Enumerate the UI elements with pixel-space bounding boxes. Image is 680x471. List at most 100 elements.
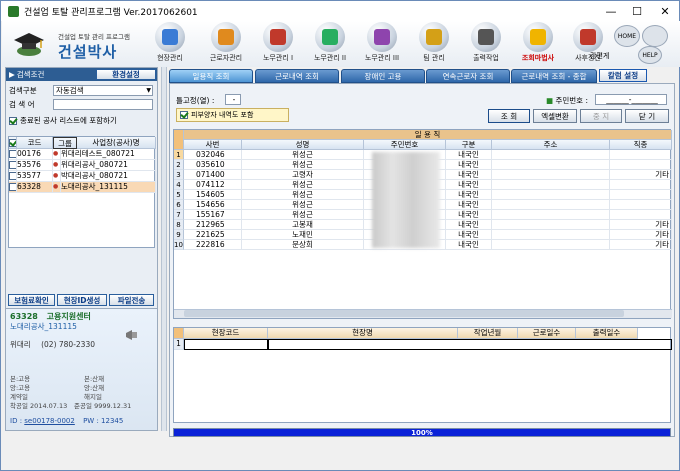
col-header-2[interactable]: 주민번호 (364, 140, 446, 150)
sub-active-cell[interactable] (184, 339, 268, 350)
worker-name[interactable]: 고봉재 (242, 220, 364, 230)
address-cell[interactable] (492, 180, 610, 190)
sub-col-header-2[interactable]: 작업년월 (458, 328, 518, 339)
worker-type[interactable]: 내국인 (446, 190, 492, 200)
home-button[interactable]: HOME (614, 25, 640, 47)
close-window-button[interactable]: ✕ (651, 1, 679, 21)
help-button[interactable]: HELP (638, 46, 662, 64)
tab-2[interactable]: 장애인 고용 (341, 69, 425, 83)
site-checkbox[interactable] (9, 171, 17, 182)
close-button[interactable]: 닫 기 (625, 109, 669, 123)
sub-col-header-4[interactable]: 출력일수 (576, 328, 638, 339)
site-checkbox[interactable] (9, 149, 17, 160)
nav-item-4[interactable]: 노무관리 III (354, 22, 410, 66)
address-cell[interactable] (492, 220, 610, 230)
nav-item-6[interactable]: 출력작업 (458, 22, 514, 66)
sub-row-cells[interactable] (268, 339, 672, 350)
site-name[interactable]: 박대리공사_080721 (61, 171, 156, 182)
nav-item-2[interactable]: 노무관리 I (250, 22, 306, 66)
select-all-checkbox[interactable] (9, 137, 17, 149)
nav-item-3[interactable]: 노무관리 II (302, 22, 358, 66)
insurance-check-button[interactable]: 보험료확인 (8, 294, 55, 306)
resident-number-input[interactable]: ______-_______ (595, 94, 667, 105)
job-type[interactable]: 기타 (610, 170, 672, 180)
worker-name[interactable]: 위성근 (242, 150, 364, 160)
address-cell[interactable] (492, 150, 610, 160)
employee-id[interactable]: 212965 (184, 220, 242, 230)
address-cell[interactable] (492, 240, 610, 250)
job-type[interactable] (610, 190, 672, 200)
col-header-4[interactable]: 주소 (492, 140, 610, 150)
col-header-5[interactable]: 직종 (610, 140, 672, 150)
employee-id[interactable]: 222816 (184, 240, 242, 250)
nav-item-5[interactable]: 팀 관리 (406, 22, 462, 66)
site-checkbox[interactable] (9, 160, 17, 171)
column-settings-button[interactable]: 칼럼 설정 (599, 69, 647, 82)
employee-id[interactable]: 035610 (184, 160, 242, 170)
worker-type[interactable]: 내국인 (446, 170, 492, 180)
job-type[interactable]: 기타 (610, 220, 672, 230)
nav-item-0[interactable]: 현장관리 (142, 22, 198, 66)
settings-icon[interactable] (642, 25, 668, 47)
worker-type[interactable]: 내국인 (446, 160, 492, 170)
worker-name[interactable]: 위성근 (242, 210, 364, 220)
site-checkbox[interactable] (9, 182, 17, 193)
worker-name[interactable]: 위성근 (242, 190, 364, 200)
employee-id[interactable]: 154656 (184, 200, 242, 210)
employee-id[interactable]: 032046 (184, 150, 242, 160)
col-header-1[interactable]: 성명 (242, 140, 364, 150)
address-cell[interactable] (492, 200, 610, 210)
job-type[interactable]: 기타 (610, 230, 672, 240)
maximize-button[interactable]: ☐ (623, 1, 651, 21)
col-site-name[interactable]: 사업장(공사)명 (77, 137, 156, 149)
worker-type[interactable]: 내국인 (446, 200, 492, 210)
site-name[interactable]: 위대리테스트_080721 (61, 149, 156, 160)
fixed-cols-input[interactable]: - (225, 94, 241, 105)
address-cell[interactable] (492, 230, 610, 240)
col-header-0[interactable]: 사번 (184, 140, 242, 150)
worker-type[interactable]: 내국인 (446, 150, 492, 160)
worker-name[interactable]: 고령자 (242, 170, 364, 180)
address-cell[interactable] (492, 170, 610, 180)
worker-name[interactable]: 위성근 (242, 180, 364, 190)
site-id-create-button[interactable]: 현장ID생성 (57, 294, 107, 306)
include-dependents-box[interactable]: 피부양자 내역도 포함 (176, 108, 289, 122)
worker-type[interactable]: 내국인 (446, 180, 492, 190)
address-cell[interactable] (492, 190, 610, 200)
worker-type[interactable]: 내국인 (446, 220, 492, 230)
sub-col-header-0[interactable]: 현장코드 (184, 328, 268, 339)
search-button[interactable]: 조 회 (488, 109, 530, 123)
employee-id[interactable]: 155167 (184, 210, 242, 220)
site-name[interactable]: 노대리공사_131115 (61, 182, 156, 193)
minimize-button[interactable]: — (597, 1, 625, 21)
worker-name[interactable]: 위성근 (242, 200, 364, 210)
tab-1[interactable]: 근로내역 조회 (255, 69, 339, 83)
include-dependents-checkbox[interactable] (180, 111, 188, 119)
excel-export-button[interactable]: 엑셀변환 (533, 109, 577, 123)
worker-type[interactable]: 내국인 (446, 210, 492, 220)
employee-id[interactable]: 221625 (184, 230, 242, 240)
job-type[interactable] (610, 150, 672, 160)
env-settings-button[interactable]: 환경설정 (96, 69, 156, 80)
stop-button[interactable]: 중 지 (580, 109, 622, 123)
address-cell[interactable] (492, 210, 610, 220)
worker-name[interactable]: 문상희 (242, 240, 364, 250)
address-cell[interactable] (492, 160, 610, 170)
tab-4[interactable]: 근로내역 조회 - 종합 (511, 69, 597, 83)
search-word-input[interactable] (53, 98, 153, 110)
job-type[interactable]: 기타 (610, 240, 672, 250)
sub-col-header-3[interactable]: 근로일수 (518, 328, 576, 339)
scroll-thumb[interactable] (184, 310, 624, 317)
job-type[interactable] (610, 160, 672, 170)
worker-type[interactable]: 내국인 (446, 230, 492, 240)
nav-item-1[interactable]: 근로자관리 (198, 22, 254, 66)
site-name[interactable]: 위대리공사_080721 (61, 160, 156, 171)
job-type[interactable] (610, 180, 672, 190)
worker-name[interactable]: 노재민 (242, 230, 364, 240)
include-finished-checkbox[interactable] (9, 116, 17, 125)
employee-id[interactable]: 154605 (184, 190, 242, 200)
file-send-button[interactable]: 파일전송 (109, 294, 154, 306)
col-code[interactable]: 코드 (17, 137, 53, 149)
employee-id[interactable]: 071400 (184, 170, 242, 180)
tab-0[interactable]: 일용직 조회 (169, 69, 253, 83)
